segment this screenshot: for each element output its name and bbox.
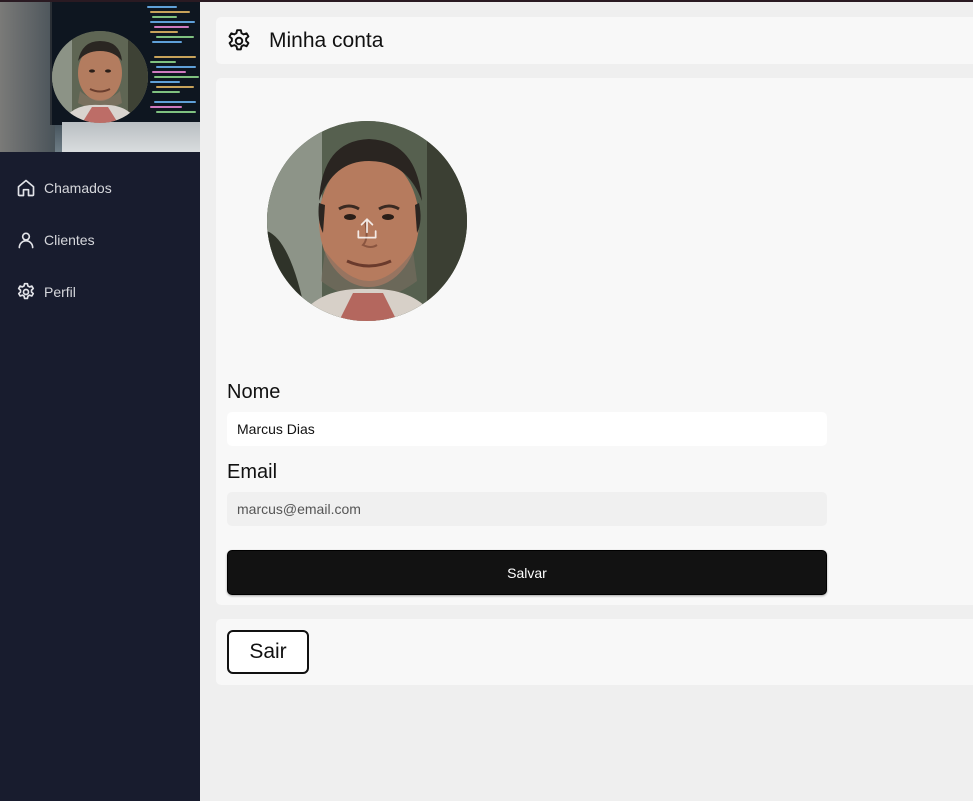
upload-icon: [354, 216, 380, 242]
profile-form-card: Nome Email Salvar: [216, 78, 973, 605]
sidebar-nav: Chamados Clientes Perfil: [0, 152, 200, 318]
gear-icon: [16, 282, 36, 302]
email-label: Email: [227, 461, 278, 483]
sidebar-item-clientes[interactable]: Clientes: [0, 214, 200, 266]
sidebar: Chamados Clientes Perfil: [0, 0, 200, 801]
name-field[interactable]: [227, 412, 827, 446]
name-label: Nome: [227, 381, 281, 403]
sidebar-item-perfil[interactable]: Perfil: [0, 266, 200, 318]
save-button[interactable]: Salvar: [227, 550, 827, 595]
sidebar-banner: [0, 0, 200, 152]
banner-avatar: [52, 31, 148, 123]
sidebar-item-chamados[interactable]: Chamados: [0, 162, 200, 214]
sidebar-item-label: Perfil: [44, 284, 76, 300]
avatar-upload[interactable]: [267, 121, 467, 321]
email-field[interactable]: [227, 492, 827, 526]
home-icon: [16, 178, 36, 198]
user-icon: [16, 230, 36, 250]
gear-icon: [226, 28, 252, 54]
sidebar-item-label: Clientes: [44, 232, 95, 248]
sidebar-item-label: Chamados: [44, 180, 112, 196]
page-header: Minha conta: [216, 17, 973, 64]
logout-button[interactable]: Sair: [227, 630, 309, 674]
logout-card: Sair: [216, 619, 973, 685]
page-title: Minha conta: [269, 28, 384, 52]
main-content: Minha conta Nome Marcus Dias Email marcu…: [216, 17, 973, 685]
top-border: [0, 0, 973, 2]
